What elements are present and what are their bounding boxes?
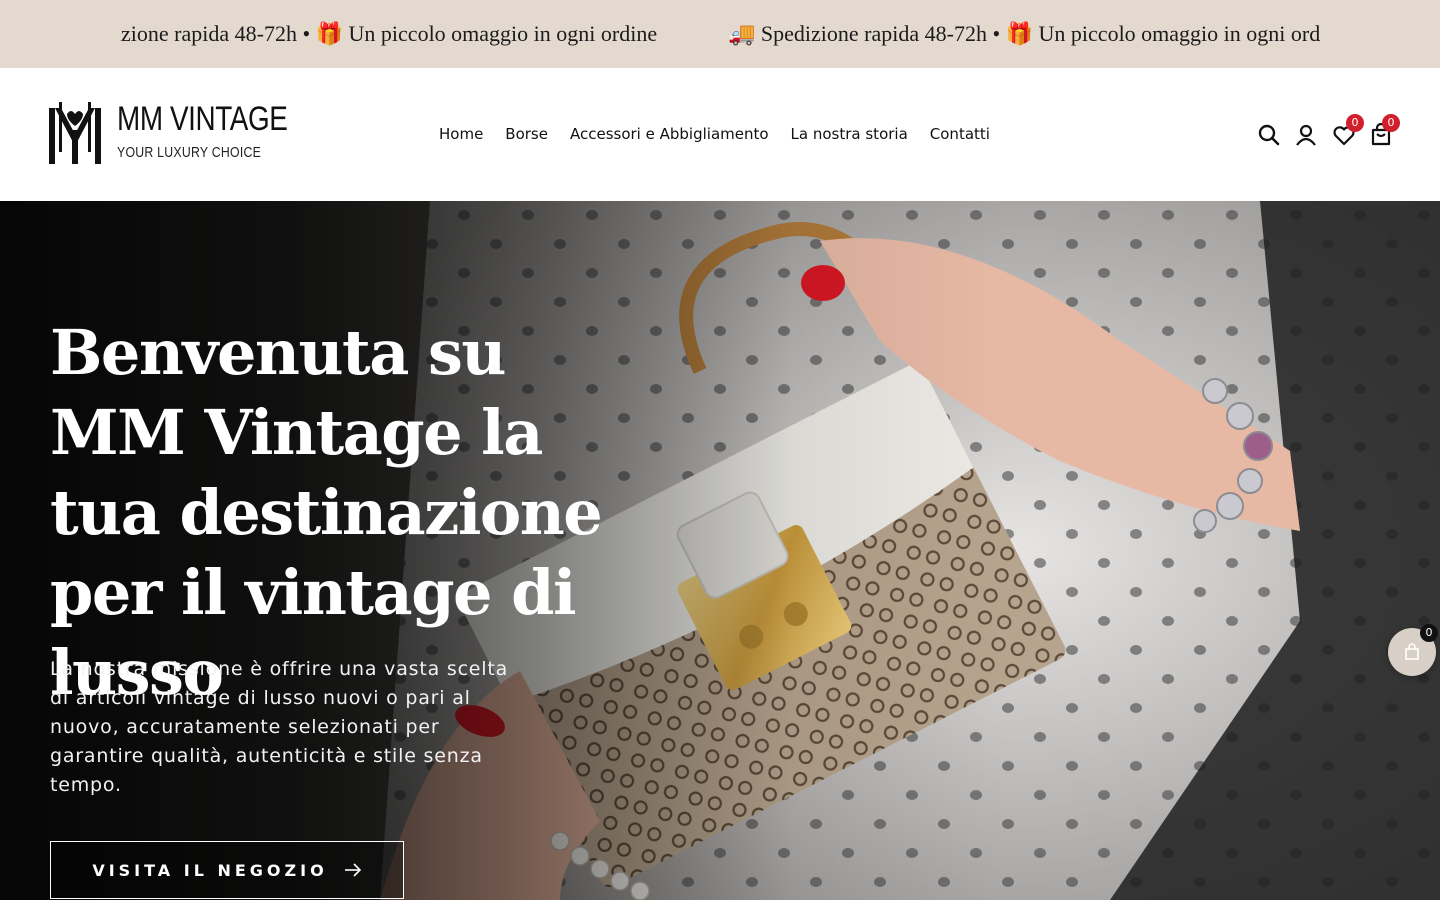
account-button[interactable]: [1293, 120, 1319, 148]
cart-count-badge: 0: [1382, 114, 1400, 132]
header-icons: 0 0: [1256, 114, 1406, 150]
shopping-bag-icon: [1405, 643, 1419, 660]
search-icon: [1258, 124, 1280, 146]
arrow-right-icon: [344, 863, 361, 877]
site-header: MM VINTAGE YOUR LUXURY CHOICE Home Borse…: [0, 68, 1440, 201]
floating-cart-count: 0: [1420, 624, 1438, 642]
wishlist-button[interactable]: 0: [1331, 114, 1364, 148]
hero-title: Benvenuta su MM Vintage la tua destinazi…: [50, 316, 603, 709]
nav-item-borse[interactable]: Borse: [505, 122, 548, 146]
nav-item-storia[interactable]: La nostra storia: [791, 122, 908, 146]
nav-item-accessori[interactable]: Accessori e Abbigliamento: [570, 122, 769, 146]
logo-title: MM VINTAGE: [117, 100, 288, 138]
announcement-bar: 🚚 Spedizione rapida 48-72h • 🎁 Un piccol…: [0, 0, 1440, 68]
visit-shop-label: VISITA IL NEGOZIO: [92, 860, 328, 880]
hero-banner: Benvenuta su MM Vintage la tua destinazi…: [0, 201, 1440, 900]
nav-item-contatti[interactable]: Contatti: [930, 122, 990, 146]
floating-cart-button[interactable]: 0: [1388, 624, 1438, 676]
visit-shop-button[interactable]: VISITA IL NEGOZIO: [50, 841, 404, 899]
cart-button[interactable]: 0: [1368, 114, 1400, 148]
announcement-message: 🚚 Spedizione rapida 48-72h • 🎁 Un piccol…: [120, 21, 658, 46]
logo-monogram-icon: [49, 102, 101, 164]
main-nav: Home Borse Accessori e Abbigliamento La …: [439, 122, 990, 146]
logo[interactable]: MM VINTAGE YOUR LUXURY CHOICE: [47, 100, 288, 170]
user-icon: [1296, 124, 1316, 146]
wishlist-count-badge: 0: [1346, 114, 1364, 132]
hero-description: La nostra missione è offrire una vasta s…: [50, 658, 509, 796]
search-button[interactable]: [1256, 120, 1282, 148]
announcement-track: 🚚 Spedizione rapida 48-72h • 🎁 Un piccol…: [120, 0, 1320, 68]
nav-item-home[interactable]: Home: [439, 122, 483, 146]
announcement-message: 🚚 Spedizione rapida 48-72h • 🎁 Un piccol…: [728, 21, 1320, 46]
logo-subtitle: YOUR LUXURY CHOICE: [117, 144, 262, 161]
